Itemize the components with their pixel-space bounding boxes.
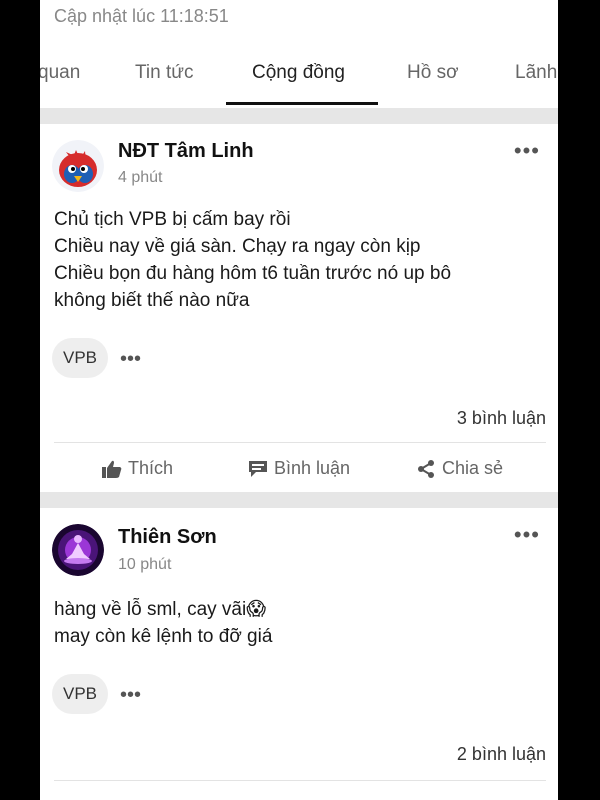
more-options-icon[interactable]: ••• xyxy=(514,524,540,546)
active-tab-indicator xyxy=(226,102,378,105)
tag-more-icon[interactable]: ••• xyxy=(120,349,141,369)
like-label: Thích xyxy=(128,458,174,478)
post-author[interactable]: NĐT Tâm Linh xyxy=(118,140,254,163)
post-line: Chiều nay về giá sàn. Chạy ra ngay còn k… xyxy=(54,236,421,257)
tab-tin-tuc[interactable]: Tin tức xyxy=(135,62,193,84)
tab-bar: quan Tin tức Cộng đồng Hồ sơ Lãnh xyxy=(40,46,558,104)
bird-avatar-icon xyxy=(52,140,104,192)
app-screen: Cập nhật lúc 11:18:51 quan Tin tức Cộng … xyxy=(40,0,558,800)
share-button[interactable]: Chia sẻ xyxy=(416,458,503,479)
section-divider xyxy=(40,492,558,508)
post-time: 10 phút xyxy=(118,556,172,573)
tag-more-icon[interactable]: ••• xyxy=(120,685,141,705)
like-button[interactable]: Thích xyxy=(102,458,173,479)
updated-time-label: Cập nhật lúc 11:18:51 xyxy=(54,6,229,26)
comment-button[interactable]: Bình luận xyxy=(248,458,350,479)
post-card: Thiên Sơn 10 phút ••• hàng về lỗ sml, ca… xyxy=(40,508,558,800)
stock-tag[interactable]: VPB xyxy=(52,338,108,378)
post-content: Chủ tịch VPB bị cấm bay rồi Chiều nay về… xyxy=(54,206,544,314)
tab-cong-dong[interactable]: Cộng đồng xyxy=(252,62,345,84)
share-icon xyxy=(418,459,434,478)
post-content: hàng về lỗ sml, cay vãi😱 may còn kê lệnh… xyxy=(54,596,544,650)
post-line: Chủ tịch VPB bị cấm bay rồi xyxy=(54,209,291,230)
divider xyxy=(54,780,546,781)
share-label: Chia sẻ xyxy=(442,458,504,478)
thumbs-up-icon xyxy=(102,460,122,478)
post-line: không biết thế nào nữa xyxy=(54,290,250,311)
avatar[interactable] xyxy=(52,524,104,576)
avatar[interactable] xyxy=(52,140,104,192)
more-options-icon[interactable]: ••• xyxy=(514,140,540,162)
section-divider xyxy=(40,108,558,124)
comment-count[interactable]: 2 bình luận xyxy=(457,744,546,765)
stock-tag[interactable]: VPB xyxy=(52,674,108,714)
post-author[interactable]: Thiên Sơn xyxy=(118,526,217,549)
post-line: may còn kê lệnh to đỡ giá xyxy=(54,626,273,647)
post-card: NĐT Tâm Linh 4 phút ••• Chủ tịch VPB bị … xyxy=(40,124,558,490)
tab-ho-so[interactable]: Hồ sơ xyxy=(407,62,459,84)
tab-lanh-dao[interactable]: Lãnh xyxy=(515,62,557,84)
tab-tong-quan[interactable]: quan xyxy=(40,62,80,84)
comment-count[interactable]: 3 bình luận xyxy=(457,408,546,429)
post-time: 4 phút xyxy=(118,169,163,186)
post-line: hàng về lỗ sml, cay vãi😱 xyxy=(54,599,267,620)
post-line: Chiều bọn đu hàng hôm t6 tuần trước nó u… xyxy=(54,263,452,284)
divider xyxy=(54,442,546,443)
comment-label: Bình luận xyxy=(274,458,351,478)
meditation-avatar-icon xyxy=(52,524,104,576)
comment-icon xyxy=(249,460,267,477)
